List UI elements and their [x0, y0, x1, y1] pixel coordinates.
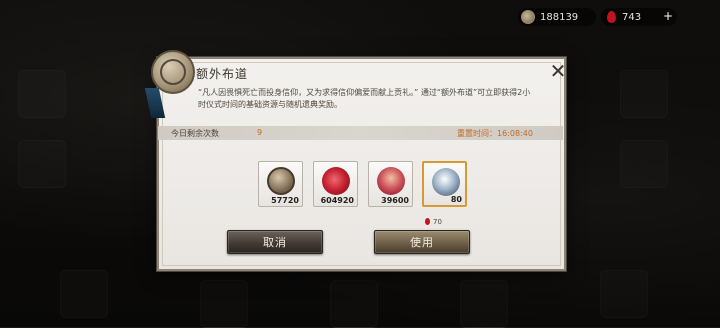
coin-value: 188139	[540, 11, 579, 23]
use-label: 使用	[410, 236, 434, 249]
coin-icon	[521, 10, 535, 24]
coin-counter: 188139	[518, 8, 596, 26]
close-icon[interactable]: ✕	[548, 61, 568, 81]
cost-value: 70	[433, 218, 442, 226]
reward-item-coins[interactable]: 57720	[258, 161, 303, 207]
reward-item-helmet[interactable]: 39600	[368, 161, 413, 207]
item-quantity: 39600	[381, 196, 409, 205]
reward-item-rose[interactable]: 604920	[313, 161, 358, 207]
reward-item-crystal[interactable]: 80	[422, 161, 467, 207]
remaining-value: 9	[257, 128, 263, 137]
remaining-label: 今日剩余次数	[171, 129, 219, 138]
add-blood-button[interactable]: +	[663, 9, 673, 23]
cancel-label: 取消	[263, 236, 287, 249]
rose-icon	[322, 167, 350, 195]
crystal-icon	[432, 168, 460, 196]
seal-emblem-icon	[151, 50, 195, 94]
reset-timer: 重置时间：16:08:40	[457, 129, 533, 138]
dialog-title: 额外布道	[196, 67, 249, 81]
coin-icon	[267, 167, 295, 195]
use-button[interactable]: 使用	[374, 230, 470, 254]
cancel-button[interactable]: 取消	[227, 230, 323, 254]
item-quantity: 80	[450, 195, 462, 204]
blood-drop-icon	[425, 218, 430, 225]
item-quantity: 604920	[320, 196, 354, 205]
helmet-icon	[377, 167, 405, 195]
blood-counter: 743 +	[601, 8, 677, 26]
blood-drop-icon	[607, 11, 616, 23]
dialog-description: “凡人因畏惧死亡而投身信仰，又为求得信仰偏爱而献上贡礼。” 通过“额外布道”可立…	[198, 88, 531, 109]
item-quantity: 57720	[271, 196, 299, 205]
use-cost: 70	[425, 218, 442, 226]
blood-value: 743	[622, 11, 642, 23]
